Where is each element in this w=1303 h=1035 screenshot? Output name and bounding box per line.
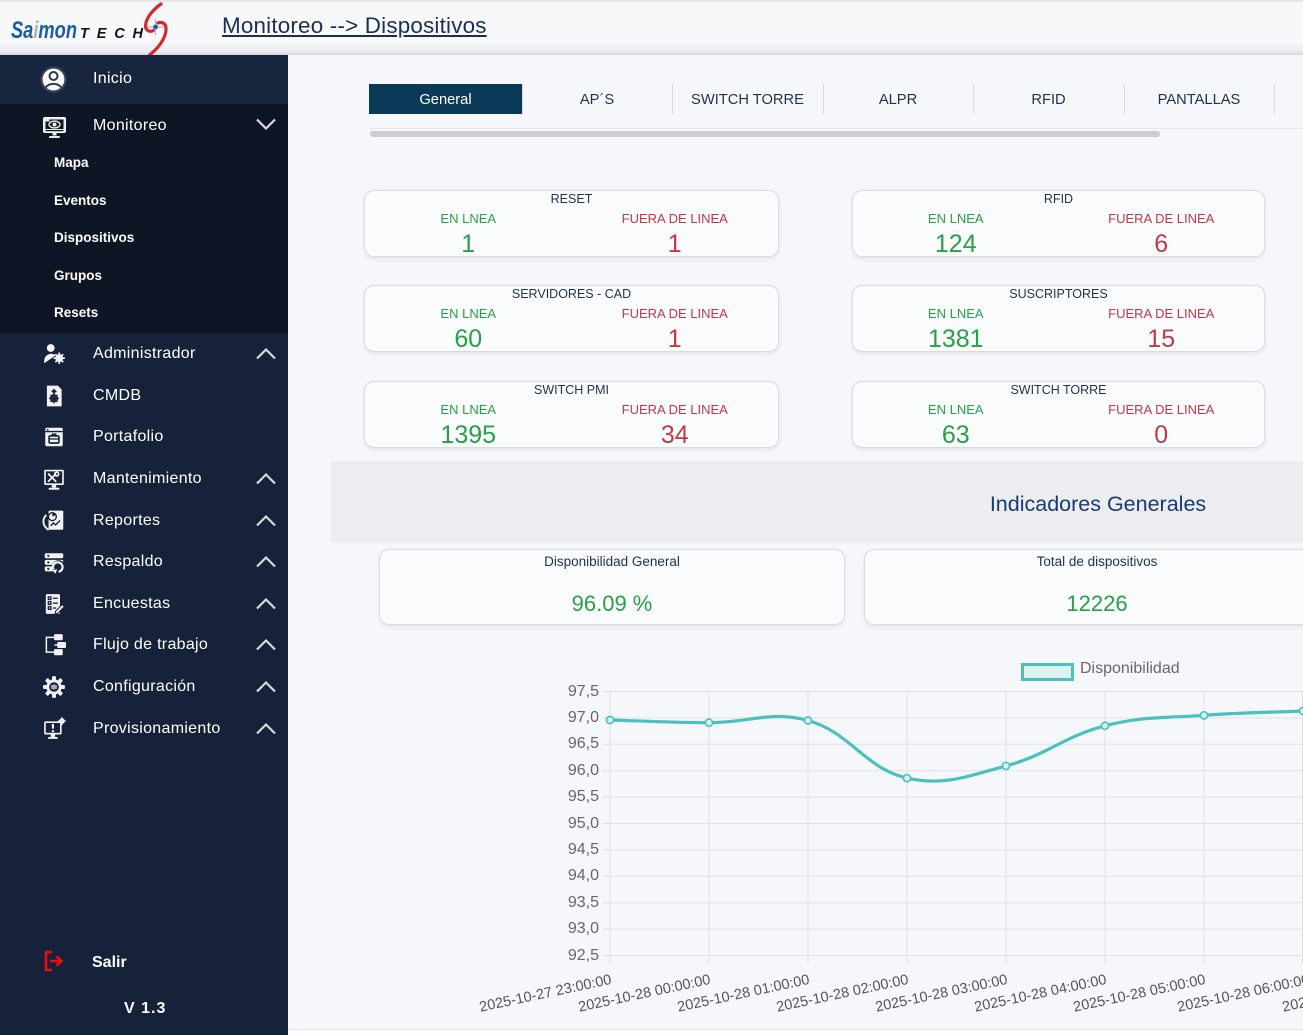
svg-text:TECH: TECH (80, 26, 144, 42)
svg-text:Saimon: Saimon (11, 17, 77, 44)
